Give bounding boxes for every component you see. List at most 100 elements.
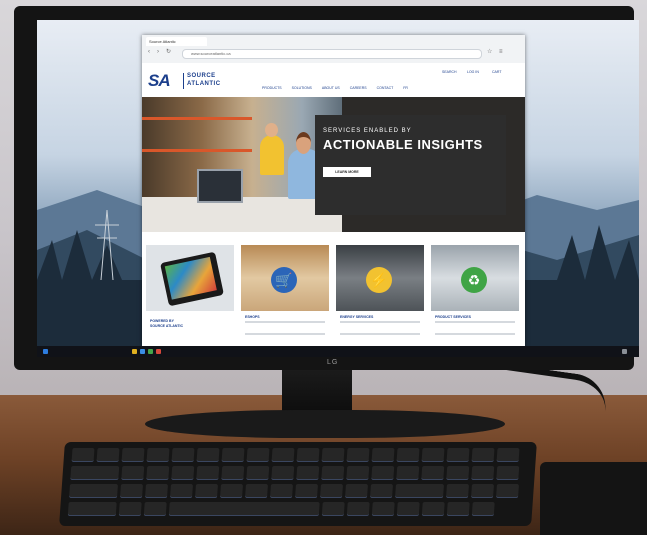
- key: [496, 448, 520, 462]
- recycle-icon: ♻: [461, 267, 487, 293]
- nav-item[interactable]: FR: [403, 86, 408, 92]
- login-link[interactable]: LOG IN: [467, 70, 479, 74]
- warehouse-photo: [142, 97, 342, 232]
- service-card[interactable]: ♻ PRODUCT SERVICES: [431, 245, 519, 343]
- service-card[interactable]: 🛒 ESHOPS: [241, 245, 329, 343]
- key: [196, 466, 220, 480]
- key: [471, 466, 495, 480]
- key: [346, 448, 370, 462]
- key: [471, 448, 495, 462]
- key: [271, 466, 295, 480]
- back-icon[interactable]: ‹: [148, 49, 154, 55]
- key: [346, 502, 370, 516]
- spacebar: [168, 502, 320, 516]
- menu-icon[interactable]: ≡: [499, 49, 505, 55]
- worker-figure: [260, 135, 284, 175]
- key-row: [70, 466, 520, 480]
- key: [496, 484, 519, 498]
- monitor: Source Atlantic ‹ › ↻ www.sourceatlantic…: [14, 6, 639, 370]
- reload-icon[interactable]: ↻: [166, 49, 172, 55]
- logo-text-line1: SOURCE: [187, 73, 216, 79]
- key: [421, 466, 445, 480]
- nav-item[interactable]: CONTACT: [377, 86, 394, 92]
- key: [446, 466, 470, 480]
- cart-link[interactable]: CART: [492, 70, 501, 74]
- nav-item[interactable]: PRODUCTS: [262, 86, 282, 92]
- card-image: [146, 245, 234, 311]
- site-header: SA SOURCE ATLANTIC SEARCH LOG IN CART PR…: [142, 63, 525, 97]
- clock-icon[interactable]: [622, 349, 627, 354]
- card-text-lines: [340, 321, 420, 335]
- card-text-lines: [435, 321, 515, 335]
- nav-item[interactable]: ABOUT US: [322, 86, 340, 92]
- card-title: ESHOPS: [245, 315, 260, 319]
- hero-panel: SERVICES ENABLED BY ACTIONABLE INSIGHTS …: [315, 115, 506, 215]
- key: [421, 502, 445, 516]
- card-text-lines: [245, 321, 325, 335]
- key: [220, 484, 243, 498]
- key: [446, 448, 470, 462]
- service-card[interactable]: POWERED BY SOURCE ATLANTIC: [146, 245, 234, 343]
- search-link[interactable]: SEARCH: [442, 70, 457, 74]
- taskbar-app-icon[interactable]: [140, 349, 145, 354]
- key: [70, 466, 120, 480]
- laptop: [197, 169, 243, 203]
- key: [67, 502, 117, 516]
- key: [69, 484, 118, 498]
- key: [296, 466, 320, 480]
- browser-window: Source Atlantic ‹ › ↻ www.sourceatlantic…: [142, 35, 525, 346]
- worker-head: [296, 132, 311, 154]
- learn-more-button[interactable]: LEARN MORE: [323, 167, 371, 177]
- key: [71, 448, 95, 462]
- key: [96, 448, 120, 462]
- phone-image: [160, 251, 224, 307]
- key: [396, 502, 420, 516]
- key: [121, 448, 145, 462]
- start-icon[interactable]: [43, 349, 48, 354]
- key: [221, 466, 245, 480]
- monitor-stand-base: [145, 410, 505, 438]
- key-row: [67, 502, 495, 516]
- key: [371, 448, 395, 462]
- keyboard: [59, 442, 537, 526]
- key: [145, 484, 168, 498]
- cart-icon: 🛒: [271, 267, 297, 293]
- key-row: [69, 484, 519, 498]
- key-row: [71, 448, 520, 462]
- key: [118, 502, 142, 516]
- key: [346, 466, 370, 480]
- logo-divider: [183, 73, 184, 89]
- key: [371, 466, 395, 480]
- key: [371, 502, 395, 516]
- key: [320, 484, 343, 498]
- site-logo[interactable]: SA: [148, 72, 180, 90]
- key: [271, 448, 295, 462]
- key: [321, 466, 345, 480]
- key: [270, 484, 293, 498]
- taskbar-app-icon[interactable]: [132, 349, 137, 354]
- forward-icon[interactable]: ›: [157, 49, 163, 55]
- key: [221, 448, 245, 462]
- key: [196, 448, 220, 462]
- mouse-pad: [540, 462, 647, 535]
- key: [471, 484, 494, 498]
- star-icon[interactable]: ☆: [487, 49, 493, 55]
- taskbar-app-icon[interactable]: [148, 349, 153, 354]
- phone-screen: [164, 256, 217, 300]
- browser-tab[interactable]: Source Atlantic: [146, 37, 207, 46]
- key: [120, 484, 143, 498]
- service-card[interactable]: ⚡ ENERGY SERVICES: [336, 245, 424, 343]
- key: [321, 448, 345, 462]
- key: [171, 448, 195, 462]
- nav-item[interactable]: CAREERS: [350, 86, 367, 92]
- shelf-beam: [142, 149, 252, 152]
- taskbar-app-icon[interactable]: [156, 349, 161, 354]
- card-title: PRODUCT SERVICES: [435, 315, 471, 319]
- address-bar[interactable]: www.sourceatlantic.ca: [182, 49, 482, 59]
- taskbar: [37, 346, 639, 357]
- key: [195, 484, 218, 498]
- key: [471, 502, 495, 516]
- nav-item[interactable]: SOLUTIONS: [292, 86, 312, 92]
- key: [143, 502, 167, 516]
- key: [121, 466, 145, 480]
